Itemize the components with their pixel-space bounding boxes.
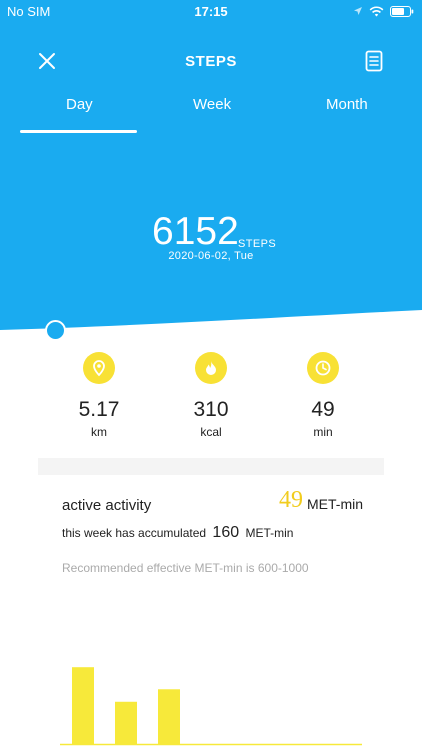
metric-value: 5.17 [78, 398, 120, 421]
met-bar-chart [60, 667, 362, 746]
report-icon [365, 50, 383, 72]
metric-value: 310 [193, 398, 229, 421]
weekly-accumulation: this week has accumulated 160 MET-min [62, 524, 293, 542]
nav-bar: STEPS [0, 44, 422, 78]
metric-unit: km [91, 425, 107, 439]
location-pin-glyph [93, 360, 105, 377]
chart-bar-3 [158, 689, 180, 744]
chart-bar-2 [115, 701, 137, 744]
recommendation-text: Recommended effective MET-min is 600-100… [62, 561, 309, 575]
timeline-slider-handle[interactable] [45, 320, 66, 341]
metric-unit: kcal [200, 425, 222, 439]
wifi-icon [369, 5, 384, 16]
battery-icon [390, 5, 414, 17]
chart-bar-1 [72, 667, 94, 744]
location-pin-icon [83, 352, 115, 384]
clock-icon [307, 352, 339, 384]
status-icons [353, 4, 414, 18]
page-title: STEPS [185, 53, 237, 70]
met-unit: MET-min [307, 496, 363, 512]
location-arrow-icon [354, 7, 362, 15]
metric-distance: 5.17 km [49, 352, 149, 439]
active-tab-indicator [20, 130, 137, 133]
header-panel: No SIM 17:15 STEPS Day Week Month 6152 S… [0, 0, 422, 330]
metric-value: 49 [311, 398, 335, 421]
met-value: 49 [279, 487, 303, 513]
step-unit: STEPS [238, 238, 277, 250]
tab-week[interactable]: Week [193, 96, 231, 113]
tab-month[interactable]: Month [326, 96, 368, 113]
step-date: 2020-06-02, Tue [168, 250, 254, 262]
activity-title: active activity [62, 497, 152, 514]
status-bar: No SIM 17:15 [0, 0, 422, 22]
metrics-row: 5.17 km 310 kcal 49 min [0, 352, 422, 442]
tab-day[interactable]: Day [66, 96, 93, 113]
clock-glyph [315, 360, 331, 376]
section-divider [38, 458, 384, 475]
accum-unit: MET-min [245, 526, 294, 540]
accum-value: 160 [212, 524, 240, 541]
accum-prefix: this week has accumulated [62, 526, 207, 540]
metric-duration: 49 min [273, 352, 373, 439]
metric-calories: 310 kcal [161, 352, 261, 439]
period-tabs: Day Week Month [0, 96, 422, 134]
metric-unit: min [313, 425, 333, 439]
flame-glyph [206, 361, 216, 375]
flame-icon [195, 352, 227, 384]
report-button[interactable] [364, 50, 384, 72]
step-count: 6152 [152, 210, 239, 253]
